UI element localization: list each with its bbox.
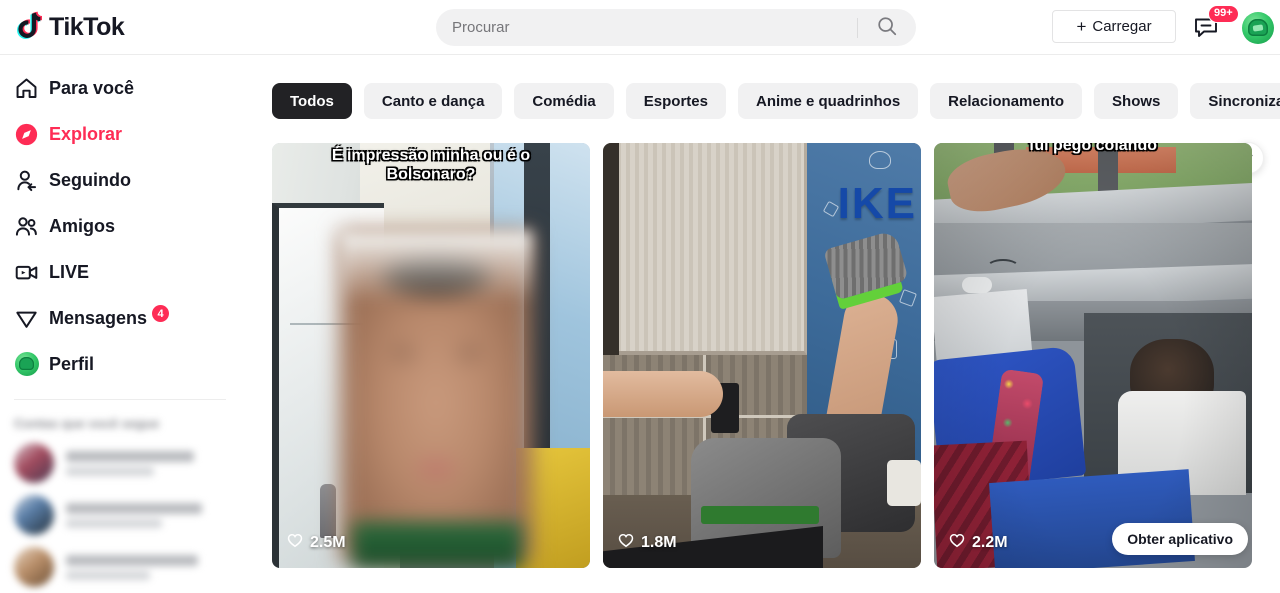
search-button[interactable] bbox=[858, 9, 916, 46]
list-item[interactable] bbox=[0, 489, 240, 541]
user-follow-icon bbox=[14, 168, 39, 193]
profile-avatar-icon bbox=[14, 352, 39, 377]
video-grid: É impressão minha ou é o Bolsonaro? 2.5M… bbox=[272, 143, 1252, 568]
list-item[interactable] bbox=[0, 437, 240, 489]
chip-comedia[interactable]: Comédia bbox=[514, 83, 614, 119]
sidebar-item-seguindo[interactable]: Seguindo bbox=[0, 157, 240, 203]
search-bar[interactable] bbox=[436, 9, 916, 46]
live-video-icon bbox=[14, 260, 39, 285]
avatar[interactable] bbox=[1242, 12, 1274, 44]
compass-icon bbox=[14, 122, 39, 147]
sidebar-item-label: Explorar bbox=[49, 123, 123, 144]
like-count-value: 2.2M bbox=[972, 533, 1008, 551]
chip-anime-e-quadrinhos[interactable]: Anime e quadrinhos bbox=[737, 83, 919, 119]
sidebar-item-label: Mensagens bbox=[49, 307, 148, 328]
like-count: 2.2M bbox=[948, 531, 1008, 554]
tiktok-wordmark: TikTok bbox=[49, 12, 125, 41]
messages-badge: 4 bbox=[152, 305, 169, 322]
chip-esportes[interactable]: Esportes bbox=[625, 83, 726, 119]
chip-shows[interactable]: Shows bbox=[1094, 83, 1179, 119]
chip-canto-e-danca[interactable]: Canto e dança bbox=[363, 83, 503, 119]
inbox-badge: 99+ bbox=[1208, 5, 1239, 23]
like-count: 2.5M bbox=[286, 531, 346, 554]
list-item[interactable] bbox=[0, 541, 240, 593]
video-caption: É impressão minha ou é o Bolsonaro? bbox=[331, 147, 531, 183]
sidebar-item-amigos[interactable]: Amigos bbox=[0, 203, 240, 249]
list-item-text bbox=[66, 554, 198, 580]
heart-icon bbox=[948, 531, 966, 554]
search-input[interactable] bbox=[436, 9, 857, 46]
chip-relacionamento[interactable]: Relacionamento bbox=[930, 83, 1083, 119]
plus-icon: + bbox=[1076, 17, 1087, 36]
chip-todos[interactable]: Todos bbox=[272, 83, 352, 119]
wall-sign-text: IKE bbox=[837, 179, 917, 228]
top-header: TikTok + Carregar 99+ bbox=[0, 0, 1280, 55]
sidebar-item-label: Amigos bbox=[49, 215, 116, 236]
like-count-value: 1.8M bbox=[641, 533, 677, 551]
sidebar-item-label: Para você bbox=[49, 77, 135, 98]
sidebar-item-label: Perfil bbox=[49, 353, 95, 374]
like-count-value: 2.5M bbox=[310, 533, 346, 551]
sidebar: Para você Explorar Seguindo Amigos LIVE … bbox=[0, 55, 240, 587]
sidebar-item-mensagens[interactable]: Mensagens 4 bbox=[0, 295, 240, 341]
upload-button[interactable]: + Carregar bbox=[1052, 10, 1176, 43]
heart-icon bbox=[617, 531, 635, 554]
home-icon bbox=[14, 76, 39, 101]
upload-button-label: Carregar bbox=[1092, 18, 1152, 35]
category-chips: Todos Canto e dança Comédia Esportes Ani… bbox=[272, 83, 1280, 119]
like-count: 1.8M bbox=[617, 531, 677, 554]
avatar bbox=[14, 547, 54, 587]
video-card[interactable]: IKE 1.8M bbox=[603, 143, 921, 568]
sidebar-divider bbox=[14, 399, 226, 400]
video-caption: fui pego colando bbox=[1029, 143, 1157, 154]
get-app-button[interactable]: Obter aplicativo bbox=[1112, 523, 1248, 555]
users-icon bbox=[14, 214, 39, 239]
chip-sincronizacao-labial[interactable]: Sincronização labial bbox=[1190, 83, 1280, 119]
avatar bbox=[14, 443, 54, 483]
message-icon bbox=[1192, 18, 1220, 45]
main-content: Todos Canto e dança Comédia Esportes Ani… bbox=[240, 55, 1280, 572]
sidebar-item-para-voce[interactable]: Para você bbox=[0, 65, 240, 111]
video-card[interactable]: fui pego colando 2.2M Obter aplicativo bbox=[934, 143, 1252, 568]
sidebar-item-label: Seguindo bbox=[49, 169, 131, 190]
following-accounts-heading: Contas que você segue bbox=[14, 416, 160, 431]
sidebar-item-explorar[interactable]: Explorar bbox=[0, 111, 240, 157]
sidebar-item-label: LIVE bbox=[49, 261, 90, 282]
tiktok-note-icon bbox=[14, 11, 44, 43]
list-item-text bbox=[66, 502, 202, 528]
heart-icon bbox=[286, 531, 304, 554]
tiktok-logo[interactable]: TikTok bbox=[14, 11, 125, 43]
avatar bbox=[14, 495, 54, 535]
list-item-text bbox=[66, 450, 194, 476]
sidebar-item-live[interactable]: LIVE bbox=[0, 249, 240, 295]
video-card[interactable]: É impressão minha ou é o Bolsonaro? 2.5M bbox=[272, 143, 590, 568]
sidebar-item-perfil[interactable]: Perfil bbox=[0, 341, 240, 387]
search-icon bbox=[876, 15, 898, 40]
send-icon bbox=[14, 306, 39, 331]
